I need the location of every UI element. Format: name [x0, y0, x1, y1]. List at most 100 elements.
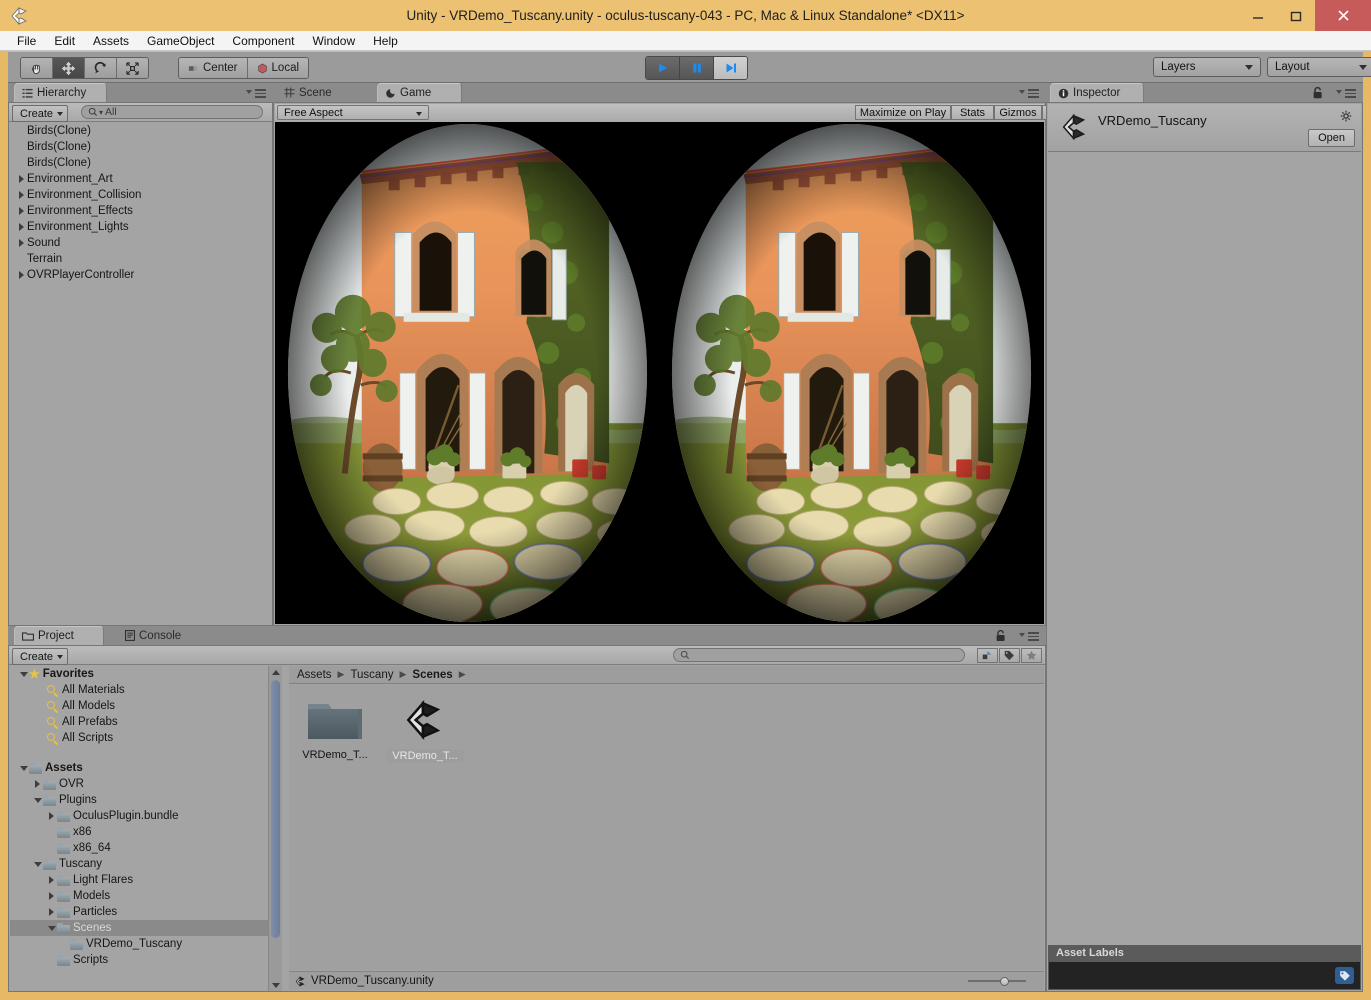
layout-dropdown[interactable]: Layout: [1267, 57, 1371, 77]
scroll-up-arrow-icon[interactable]: [269, 666, 282, 678]
project-tree-row-ovr[interactable]: OVR: [10, 776, 268, 792]
project-tree-row-x86[interactable]: x86: [10, 824, 268, 840]
expand-arrow-icon[interactable]: [46, 872, 57, 888]
hierarchy-row[interactable]: Birds(Clone): [10, 123, 271, 139]
slider-knob[interactable]: [1000, 976, 1009, 986]
hierarchy-list[interactable]: Birds(Clone) Birds(Clone) Birds(Clone) E…: [10, 123, 271, 624]
project-tree-row-all-models[interactable]: All Models: [10, 698, 268, 714]
breadcrumb-item-tuscany[interactable]: Tuscany: [350, 669, 393, 681]
hierarchy-row[interactable]: Birds(Clone): [10, 155, 271, 171]
asset-grid-item-scene[interactable]: VRDemo_T...: [385, 695, 465, 970]
hierarchy-row[interactable]: Environment_Art: [10, 171, 271, 187]
pivot-mode-button[interactable]: Center: [179, 58, 248, 78]
expand-arrow-icon[interactable]: [46, 904, 57, 920]
gear-icon[interactable]: [1340, 110, 1353, 126]
favorite-filter-icon[interactable]: [1021, 648, 1042, 663]
scrollbar-thumb[interactable]: [271, 680, 280, 938]
project-tree-row-all-prefabs[interactable]: All Prefabs: [10, 714, 268, 730]
project-create-button[interactable]: Create: [12, 648, 69, 665]
aspect-ratio-dropdown[interactable]: Free Aspect: [277, 105, 429, 120]
rotate-tool-button[interactable]: [85, 58, 117, 78]
project-tree-row-scenes[interactable]: Scenes: [10, 920, 268, 936]
icon-size-slider[interactable]: [968, 976, 1026, 986]
menu-item-file[interactable]: File: [8, 31, 45, 51]
expand-arrow-icon[interactable]: [16, 171, 27, 187]
collapse-arrow-icon[interactable]: [32, 856, 43, 872]
project-options-icon[interactable]: [1028, 632, 1039, 641]
expand-arrow-icon[interactable]: [16, 267, 27, 283]
hierarchy-row[interactable]: Birds(Clone): [10, 139, 271, 155]
inspector-caret-icon[interactable]: [1336, 90, 1342, 94]
tab-hierarchy[interactable]: Hierarchy: [14, 83, 107, 102]
expand-arrow-icon[interactable]: [46, 888, 57, 904]
expand-arrow-icon[interactable]: [16, 203, 27, 219]
hierarchy-row[interactable]: Environment_Lights: [10, 219, 271, 235]
collapse-arrow-icon[interactable]: [18, 760, 29, 776]
open-button[interactable]: Open: [1308, 129, 1355, 147]
menu-item-edit[interactable]: Edit: [45, 31, 84, 51]
asset-grid[interactable]: VRDemo_T... VRDemo_T...: [289, 685, 1044, 970]
maximize-button[interactable]: [1277, 0, 1315, 31]
scale-tool-button[interactable]: [117, 58, 148, 78]
hierarchy-row[interactable]: Environment_Effects: [10, 203, 271, 219]
scroll-down-arrow-icon[interactable]: [269, 979, 282, 991]
project-caret-icon[interactable]: [1019, 633, 1025, 637]
tab-game[interactable]: Game: [377, 83, 462, 102]
project-tree-row-all-scripts[interactable]: All Scripts: [10, 730, 268, 746]
project-tree[interactable]: ★ Favorites All Materials All Models All…: [10, 666, 268, 990]
inspector-options-icon[interactable]: [1345, 89, 1356, 98]
hierarchy-options-icon[interactable]: [255, 89, 266, 98]
step-button[interactable]: [714, 57, 747, 79]
asset-labels-field[interactable]: [1048, 961, 1361, 990]
asset-grid-item-folder[interactable]: VRDemo_T...: [297, 695, 373, 970]
project-tree-row-light-flares[interactable]: Light Flares: [10, 872, 268, 888]
expand-arrow-icon[interactable]: [46, 808, 57, 824]
tag-icon[interactable]: [1335, 967, 1354, 984]
collapse-arrow-icon[interactable]: [32, 792, 43, 808]
play-button[interactable]: [646, 57, 680, 79]
hierarchy-search-input[interactable]: ▾ All: [81, 105, 263, 119]
game-render-view[interactable]: [275, 122, 1044, 624]
tab-project[interactable]: Project: [14, 626, 104, 645]
expand-arrow-icon[interactable]: [16, 219, 27, 235]
tab-scene[interactable]: Scene: [277, 83, 350, 102]
gizmos-button[interactable]: Gizmos: [994, 105, 1042, 120]
project-tree-row-particles[interactable]: Particles: [10, 904, 268, 920]
menu-item-gameobject[interactable]: GameObject: [138, 31, 223, 51]
project-tree-row-assets[interactable]: Assets: [10, 760, 268, 776]
project-tree-row-scripts[interactable]: Scripts: [10, 952, 268, 968]
project-search-input[interactable]: [673, 648, 965, 662]
menu-item-window[interactable]: Window: [303, 31, 364, 51]
project-lock-icon[interactable]: [995, 629, 1006, 645]
project-tree-scrollbar[interactable]: [268, 666, 282, 991]
close-button[interactable]: [1315, 0, 1371, 31]
pause-button[interactable]: [680, 57, 714, 79]
move-tool-button[interactable]: [53, 58, 85, 78]
type-filter-icon[interactable]: [977, 648, 998, 663]
lock-icon[interactable]: [1312, 86, 1323, 102]
hand-tool-button[interactable]: [21, 58, 53, 78]
expand-arrow-icon[interactable]: [16, 235, 27, 251]
stats-button[interactable]: Stats: [951, 105, 994, 120]
tab-console[interactable]: Console: [118, 626, 206, 645]
hierarchy-row[interactable]: Sound: [10, 235, 271, 251]
hierarchy-row[interactable]: Environment_Collision: [10, 187, 271, 203]
project-tree-row-models[interactable]: Models: [10, 888, 268, 904]
game-caret-icon[interactable]: [1019, 90, 1025, 94]
project-tree-row-vrdemo-tuscany[interactable]: VRDemo_Tuscany: [10, 936, 268, 952]
breadcrumb-item-assets[interactable]: Assets: [297, 669, 332, 681]
expand-arrow-icon[interactable]: [32, 776, 43, 792]
hierarchy-row[interactable]: OVRPlayerController: [10, 267, 271, 283]
project-tree-row-all-materials[interactable]: All Materials: [10, 682, 268, 698]
tab-inspector[interactable]: Inspector: [1050, 83, 1144, 102]
hierarchy-row[interactable]: Terrain: [10, 251, 271, 267]
minimize-button[interactable]: [1239, 0, 1277, 31]
label-filter-icon[interactable]: [999, 648, 1020, 663]
maximize-on-play-button[interactable]: Maximize on Play: [855, 105, 951, 120]
hierarchy-create-button[interactable]: Create: [12, 105, 69, 122]
menu-item-component[interactable]: Component: [223, 31, 303, 51]
project-tree-row-x86-64[interactable]: x86_64: [10, 840, 268, 856]
handle-space-button[interactable]: Local: [247, 58, 309, 78]
breadcrumb-item-scenes[interactable]: Scenes: [412, 669, 452, 681]
game-options-icon[interactable]: [1028, 89, 1039, 98]
